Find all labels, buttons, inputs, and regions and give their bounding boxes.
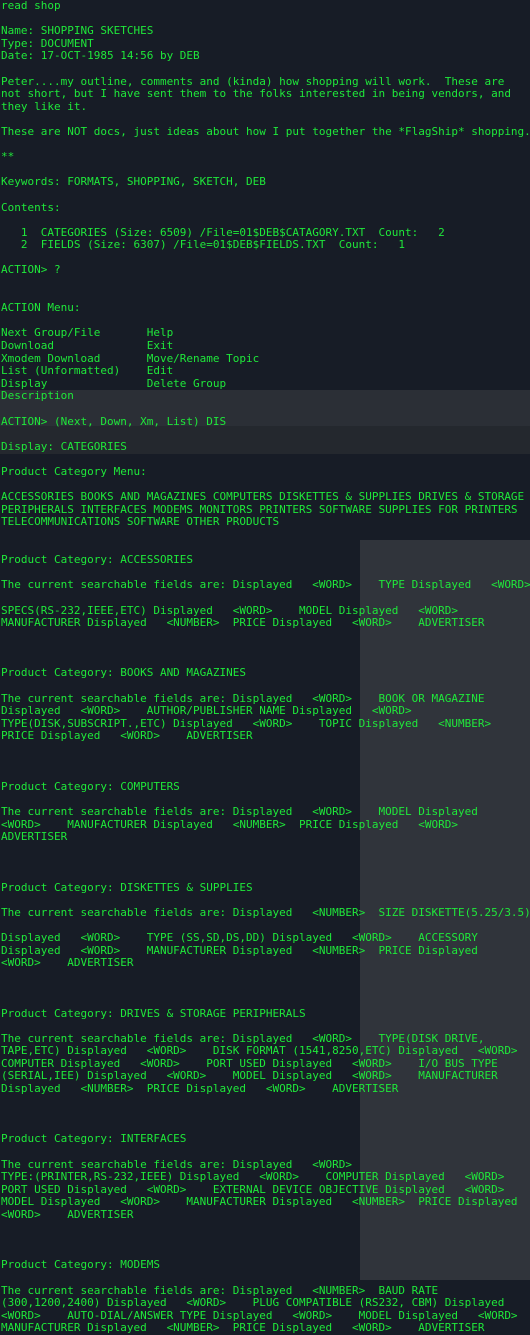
display-line: Display: CATEGORIES [1, 439, 127, 453]
category-menu-title: Product Category Menu: [1, 464, 147, 478]
category-title: Product Category: MODEMS [1, 1258, 160, 1272]
category-field-line: <WORD> ADVERTISER [1, 956, 134, 970]
category-field-line: The current searchable fields are: Displ… [1, 1283, 439, 1297]
terminal-output[interactable]: read shop Name: SHOPPING SKETCHES Type: … [0, 0, 530, 1335]
category-field-line: <WORD> ADVERTISER [1, 1208, 134, 1221]
category-field-line: Displayed <WORD> TYPE (SS,SD,DS,DD) Disp… [1, 930, 478, 944]
item-date: Date: 17-OCT-1985 14:56 by DEB [1, 49, 200, 63]
category-section: Product Category: INTERFACES The current… [1, 1133, 530, 1259]
category-field-line: PRICE Displayed <WORD> ADVERTISER [1, 729, 253, 743]
keywords-line: Keywords: FORMATS, SHOPPING, SKETCH, DEB [1, 175, 266, 189]
category-field-line: MANUFACTURER Displayed <NUMBER> PRICE Di… [1, 616, 485, 630]
category-field-line: MANUFACTURER Displayed <NUMBER> PRICE Di… [1, 1321, 485, 1335]
category-section: Product Category: DRIVES & STORAGE PERIP… [1, 1006, 530, 1134]
menu-row: Download Exit [1, 339, 174, 353]
item-name: Name: SHOPPING SKETCHES [1, 24, 154, 38]
category-title: Product Category: BOOKS AND MAGAZINES [1, 666, 247, 680]
category-title: Product Category: COMPUTERS [1, 779, 180, 793]
category-field-line: <WORD> MANUFACTURER Displayed <NUMBER> P… [1, 817, 458, 831]
contents-item: 2 FIELDS (Size: 6307) /File=01$DEB$FIELD… [1, 238, 405, 252]
category-title: Product Category: DRIVES & STORAGE PERIP… [1, 1006, 306, 1020]
intro-line: they like it. [1, 99, 88, 113]
category-field-line: ADVERTISER [1, 830, 68, 844]
category-section: Product Category: ACCESSORIES The curren… [1, 554, 530, 667]
category-field-line: TAPE,ETC) Displayed <WORD> DISK FORMAT (… [1, 1044, 518, 1058]
menu-row: Display Delete Group [1, 376, 227, 390]
category-field-line: Displayed <WORD> AUTHOR/PUBLISHER NAME D… [1, 704, 412, 718]
action-prompt: ACTION> ? [1, 263, 61, 277]
category-field-line: TYPE:(PRINTER,RS-232,IEEE) Displayed <WO… [1, 1170, 505, 1184]
category-menu-line: TELECOMMUNICATIONS SOFTWARE OTHER PRODUC… [1, 515, 280, 529]
category-section: Product Category: MODEMS The current sea… [1, 1259, 530, 1335]
command-text: read shop [1, 0, 61, 12]
contents-label: Contents: [1, 200, 61, 214]
menu-row: Description [1, 389, 74, 403]
category-list: Product Category: ACCESSORIES The curren… [1, 554, 530, 1335]
category-field-line [1, 592, 530, 605]
category-title: Product Category: INTERFACES [1, 1132, 187, 1146]
note-line: These are NOT docs, just ideas about how… [1, 124, 530, 138]
category-section: Product Category: COMPUTERS The current … [1, 779, 530, 882]
command-line: read shop [1, 0, 530, 13]
category-field-line: The current searchable fields are: Displ… [1, 578, 530, 592]
action-command: ACTION> (Next, Down, Xm, List) DIS [1, 414, 227, 428]
category-field-line: The current searchable fields are: Displ… [1, 805, 478, 818]
category-field-line: <WORD> AUTO-DIAL/ANSWER TYPE Displayed <… [1, 1308, 518, 1322]
category-menu-line: ACCESSORIES BOOKS AND MAGAZINES COMPUTER… [1, 490, 525, 504]
category-field-line: Displayed <NUMBER> PRICE Displayed <WORD… [1, 1082, 399, 1096]
category-section: Product Category: DISKETTES & SUPPLIES T… [1, 880, 530, 1008]
category-field-line: The current searchable fields are: Displ… [1, 905, 530, 919]
menu-row: List (Unformatted) Edit [1, 364, 174, 378]
category-section: Product Category: BOOKS AND MAGAZINES Th… [1, 667, 530, 780]
menu-title: ACTION Menu: [1, 301, 81, 315]
category-title: Product Category: DISKETTES & SUPPLIES [1, 880, 253, 894]
intro-line: not short, but I have sent them to the f… [1, 87, 511, 101]
category-field-line: (300,1200,2400) Displayed <WORD> PLUG CO… [1, 1296, 505, 1310]
stars-line: ** [1, 150, 15, 164]
category-title: Product Category: ACCESSORIES [1, 553, 194, 567]
